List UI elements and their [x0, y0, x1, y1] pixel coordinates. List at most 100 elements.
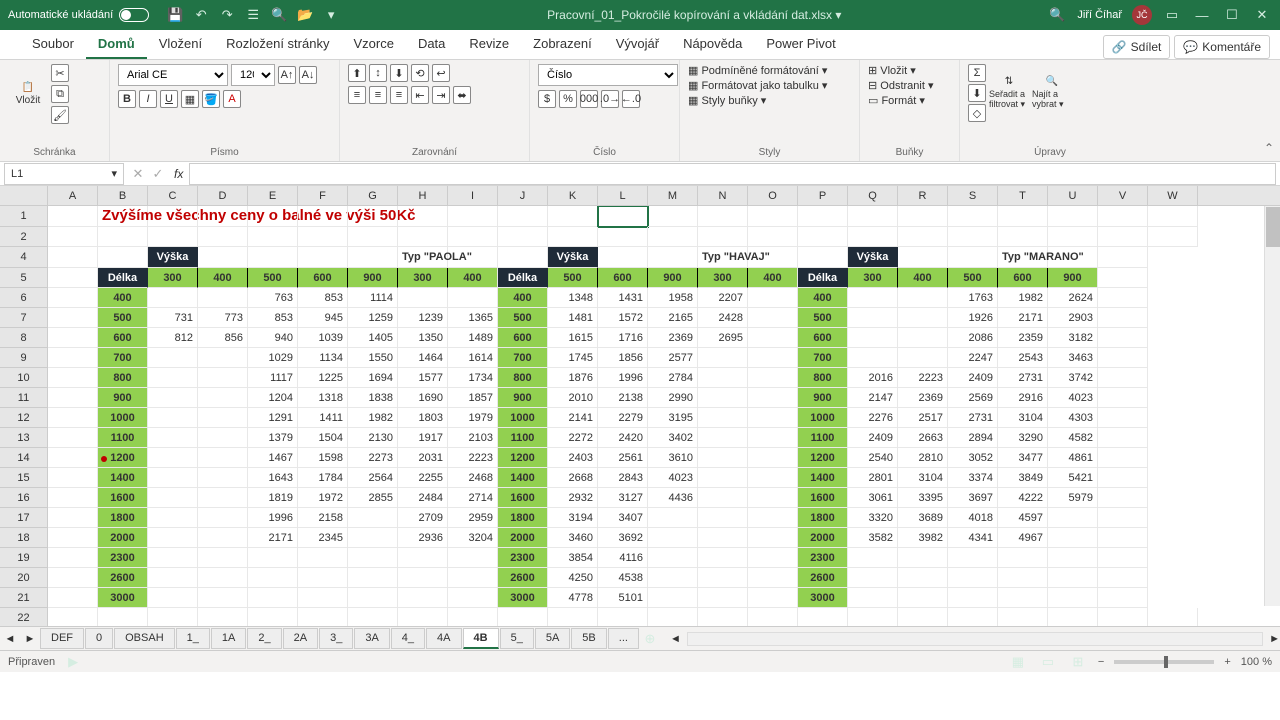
cancel-icon[interactable]: ✕ [128, 164, 148, 184]
cell[interactable] [998, 206, 1048, 227]
cell[interactable]: 2359 [998, 328, 1048, 348]
cell[interactable] [348, 206, 398, 227]
cell[interactable] [748, 468, 798, 488]
cell[interactable]: 1690 [398, 388, 448, 408]
cell[interactable]: 4778 [548, 588, 598, 608]
cell[interactable]: Délka [98, 268, 148, 288]
cell[interactable]: 1318 [298, 388, 348, 408]
cell[interactable] [1098, 308, 1148, 328]
cell[interactable] [848, 568, 898, 588]
cell[interactable]: 1204 [248, 388, 298, 408]
cell[interactable]: 945 [298, 308, 348, 328]
cell[interactable] [248, 608, 298, 626]
touch-icon[interactable]: ☰ [243, 5, 263, 25]
cell[interactable] [448, 548, 498, 568]
align-left-icon[interactable]: ≡ [348, 86, 366, 104]
cell[interactable]: 1000 [98, 408, 148, 428]
cell[interactable] [48, 227, 98, 247]
cell[interactable]: 4538 [598, 568, 648, 588]
menu-vývojář[interactable]: Vývojář [604, 30, 671, 59]
cell[interactable]: 3204 [448, 528, 498, 548]
cell[interactable]: 1029 [248, 348, 298, 368]
cell[interactable]: 1803 [398, 408, 448, 428]
row-header[interactable]: 5 [0, 268, 48, 288]
cell[interactable]: 2300 [98, 548, 148, 568]
cell[interactable] [398, 588, 448, 608]
cell[interactable]: 600 [798, 328, 848, 348]
cell[interactable] [398, 548, 448, 568]
row-header[interactable]: 9 [0, 348, 48, 368]
sheet-tab[interactable]: ... [608, 628, 639, 649]
cell[interactable]: 500 [948, 268, 998, 288]
cell[interactable]: 2731 [948, 408, 998, 428]
autosave-toggle[interactable]: Automatické ukládání [8, 8, 149, 22]
cell[interactable]: 1996 [598, 368, 648, 388]
cell[interactable]: 1800 [498, 508, 548, 528]
cell[interactable] [898, 548, 948, 568]
cell[interactable]: 2138 [598, 388, 648, 408]
cell[interactable]: 2903 [1048, 308, 1098, 328]
cell[interactable] [198, 448, 248, 468]
cell[interactable] [1098, 468, 1148, 488]
cell[interactable] [1098, 548, 1148, 568]
cell[interactable] [198, 588, 248, 608]
cell[interactable] [648, 568, 698, 588]
cell[interactable] [748, 588, 798, 608]
cell[interactable]: Zvýšíme všechny ceny o balné ve výši 50K… [98, 206, 148, 227]
menu-power pivot[interactable]: Power Pivot [754, 30, 847, 59]
cell[interactable]: 700 [498, 348, 548, 368]
cell[interactable] [48, 468, 98, 488]
number-format-select[interactable]: Číslo [538, 64, 678, 86]
cell[interactable] [498, 227, 548, 247]
col-header[interactable]: F [298, 186, 348, 205]
cell[interactable]: 2158 [298, 508, 348, 528]
row-header[interactable]: 11 [0, 388, 48, 408]
col-header[interactable]: R [898, 186, 948, 205]
cell[interactable] [448, 288, 498, 308]
cell[interactable]: 1876 [548, 368, 598, 388]
cell[interactable] [998, 588, 1048, 608]
cell[interactable] [498, 247, 548, 268]
cell[interactable]: 773 [198, 308, 248, 328]
row-header[interactable]: 21 [0, 588, 48, 608]
cell[interactable]: 2300 [798, 548, 848, 568]
cell[interactable] [948, 247, 998, 268]
cell[interactable]: 3104 [898, 468, 948, 488]
menu-soubor[interactable]: Soubor [20, 30, 86, 59]
cell[interactable] [748, 428, 798, 448]
cell[interactable]: 1400 [798, 468, 848, 488]
cell[interactable]: 1134 [298, 348, 348, 368]
cell[interactable]: 500 [98, 308, 148, 328]
cell[interactable]: 1100 [498, 428, 548, 448]
cell[interactable] [598, 206, 648, 227]
cell[interactable]: 1800 [98, 508, 148, 528]
save-icon[interactable]: 💾 [165, 5, 185, 25]
sheet-tab[interactable]: DEF [40, 628, 84, 649]
cell[interactable] [1098, 388, 1148, 408]
cell[interactable]: 1379 [248, 428, 298, 448]
cell[interactable] [698, 348, 748, 368]
italic-button[interactable]: I [139, 90, 157, 108]
cell[interactable]: 3407 [598, 508, 648, 528]
new-sheet-icon[interactable]: ⊕ [640, 629, 660, 649]
cell[interactable]: 5101 [598, 588, 648, 608]
cell[interactable]: 3195 [648, 408, 698, 428]
align-right-icon[interactable]: ≡ [390, 86, 408, 104]
cell[interactable] [648, 206, 698, 227]
cell[interactable] [148, 548, 198, 568]
row-header[interactable]: 10 [0, 368, 48, 388]
cell[interactable]: 2484 [398, 488, 448, 508]
cell[interactable] [198, 247, 248, 268]
cell[interactable] [448, 568, 498, 588]
row-header[interactable]: 1 [0, 206, 48, 227]
cell[interactable]: 3000 [498, 588, 548, 608]
cell[interactable]: 2223 [898, 368, 948, 388]
cell[interactable] [648, 548, 698, 568]
cell[interactable]: 1643 [248, 468, 298, 488]
col-header[interactable]: C [148, 186, 198, 205]
cell[interactable]: 2103 [448, 428, 498, 448]
cell[interactable]: 2369 [648, 328, 698, 348]
cell[interactable]: 400 [448, 268, 498, 288]
cell[interactable] [198, 408, 248, 428]
grow-font-icon[interactable]: A↑ [278, 66, 296, 84]
